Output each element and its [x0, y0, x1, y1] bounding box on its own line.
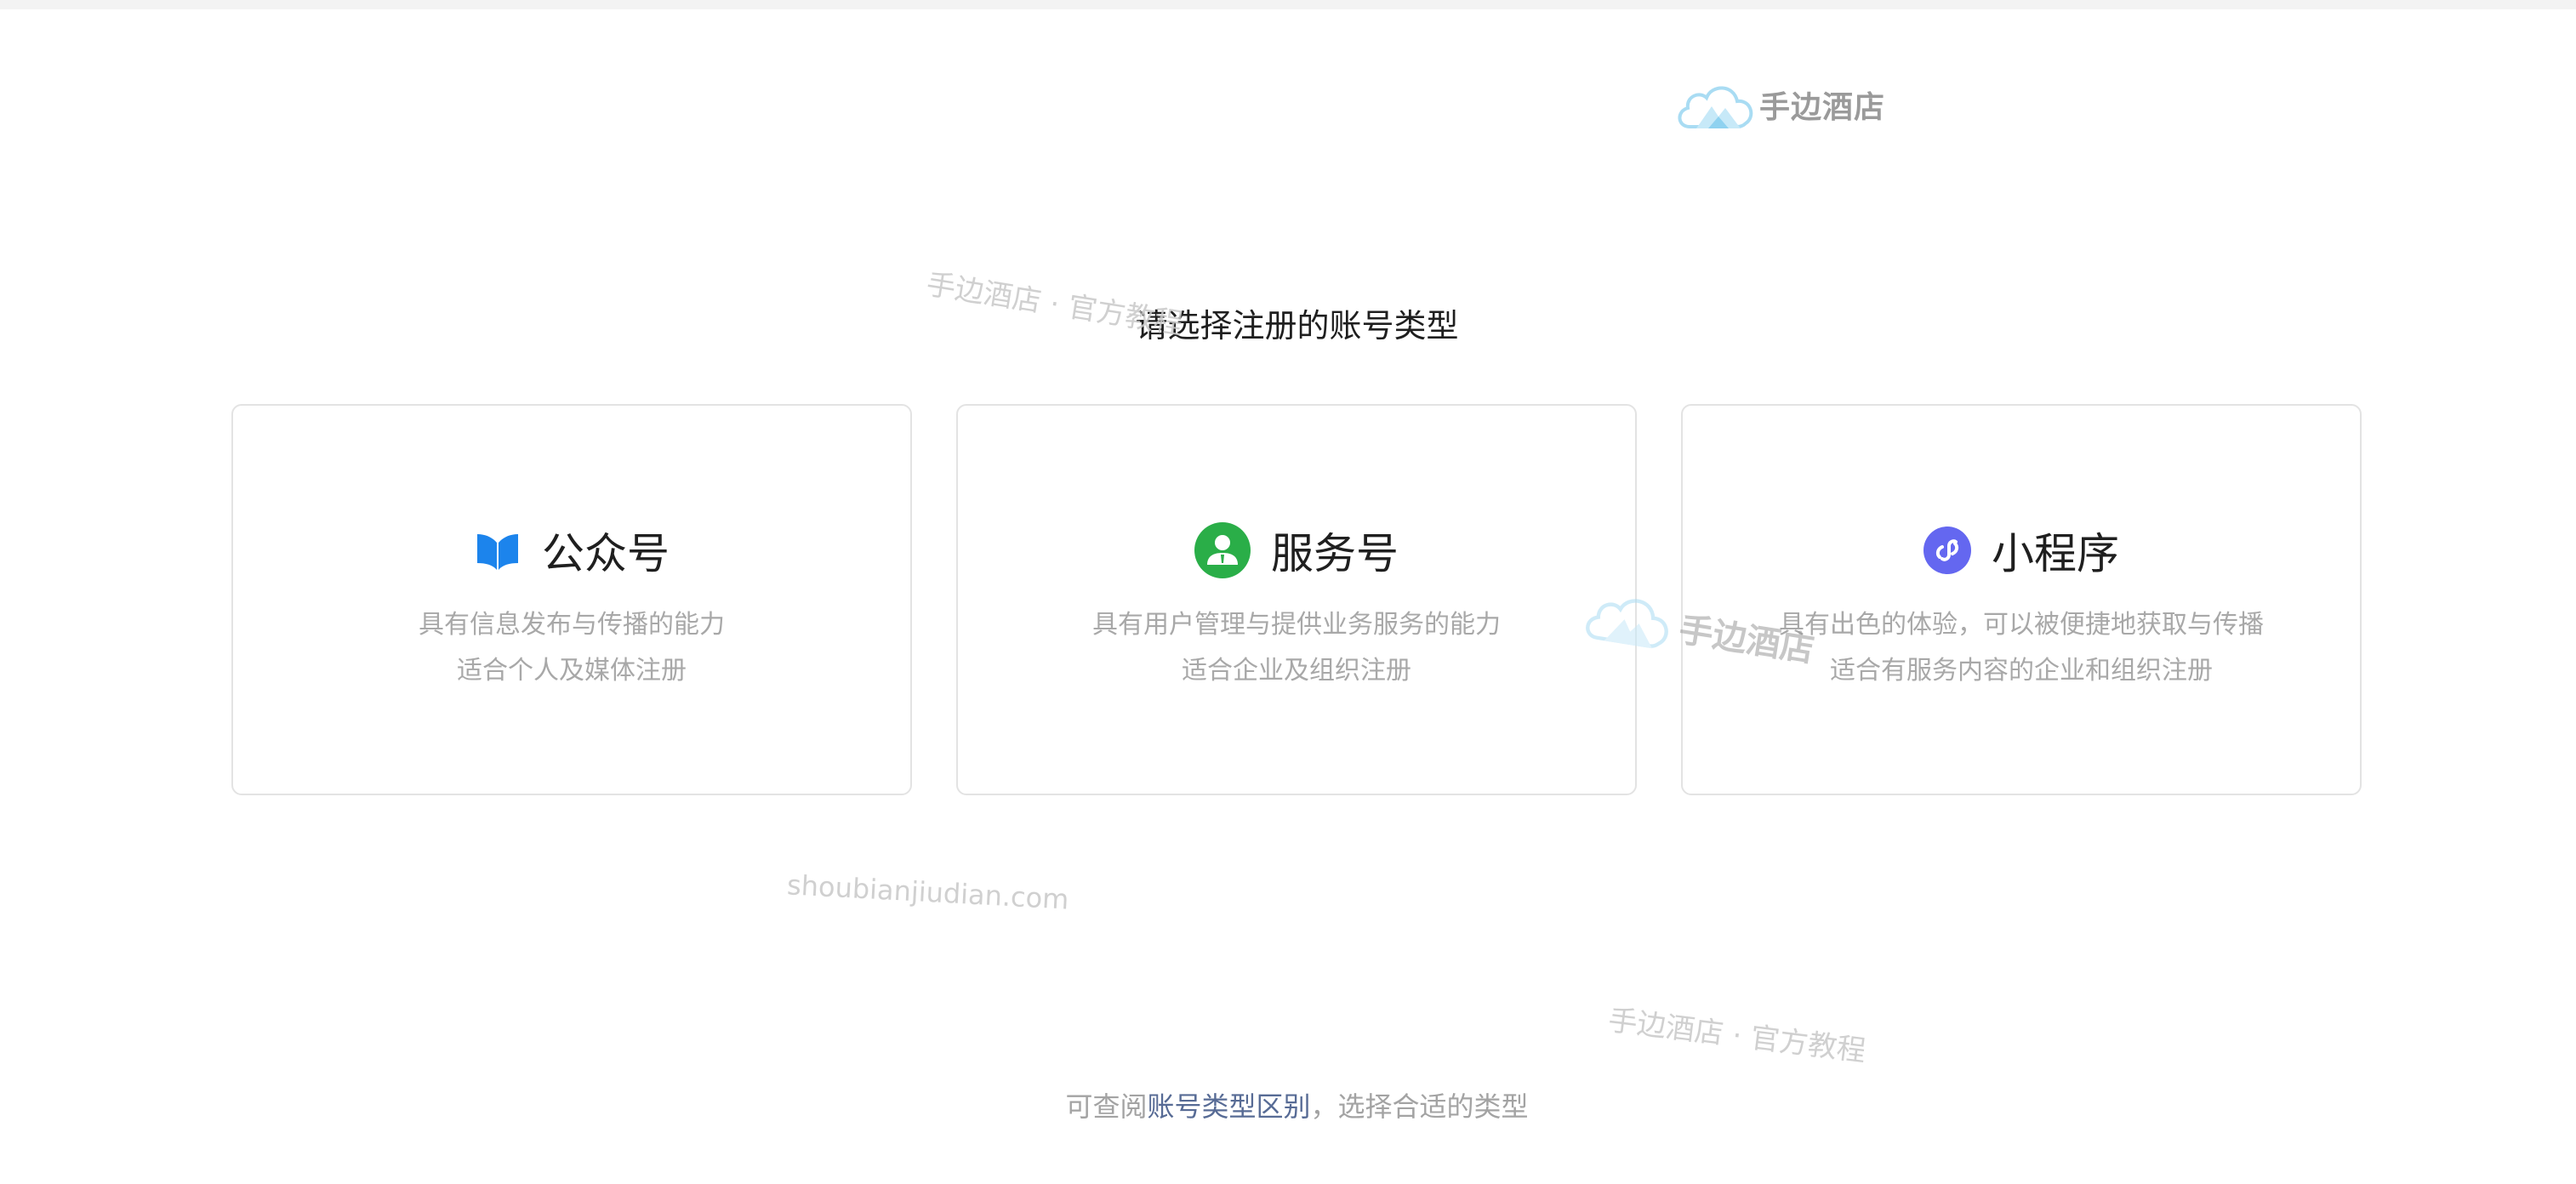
user-icon [1194, 522, 1251, 578]
cloud-mountain-logo-icon [1678, 86, 1753, 128]
card-title: 服务号 [1271, 529, 1399, 578]
card-title: 小程序 [1992, 529, 2119, 578]
brand-logo: 手边酒店 [1674, 75, 1912, 134]
card-description: 具有用户管理与提供业务服务的能力 适合企业及组织注册 [958, 602, 1635, 694]
footer-suffix: ，选择合适的类型 [1310, 1090, 1529, 1123]
logo-text: 手边酒店 [1759, 90, 1886, 125]
watermark-logo-text: 手边酒店 [1676, 610, 1817, 670]
card-header: 公众号 [233, 520, 910, 581]
footer-hint: 可查阅账号类型区别，选择合适的类型 [0, 1085, 2576, 1124]
card-description-line: 具有信息发布与传播的能力 [419, 610, 725, 640]
card-description-line: 适合个人及媒体注册 [457, 656, 687, 686]
card-header: 服务号 [958, 520, 1635, 581]
cloud-mountain-logo-icon [1586, 599, 1668, 649]
card-header: 小程序 [1683, 520, 2360, 581]
watermark-url: shoubianjiudian.com [786, 868, 1070, 916]
card-description: 具有信息发布与传播的能力 适合个人及媒体注册 [233, 602, 910, 694]
card-description-line: 适合企业及组织注册 [1182, 656, 1411, 686]
book-icon [474, 529, 521, 572]
top-bar [0, 0, 2576, 9]
watermark-text: 手边酒店 · 官方教程 [1606, 1003, 1868, 1069]
link-icon [1923, 527, 1971, 574]
card-title: 公众号 [542, 529, 670, 578]
account-type-card-service[interactable]: 服务号 具有用户管理与提供业务服务的能力 适合企业及组织注册 [956, 404, 1637, 795]
footer-prefix: 可查阅 [1065, 1090, 1148, 1123]
page-title: 请选择注册的账号类型 [1135, 307, 1459, 344]
account-type-card-official[interactable]: 公众号 具有信息发布与传播的能力 适合个人及媒体注册 [231, 404, 912, 795]
card-description-line: 具有用户管理与提供业务服务的能力 [1092, 610, 1501, 640]
account-type-difference-link[interactable]: 账号类型区别 [1147, 1090, 1310, 1123]
